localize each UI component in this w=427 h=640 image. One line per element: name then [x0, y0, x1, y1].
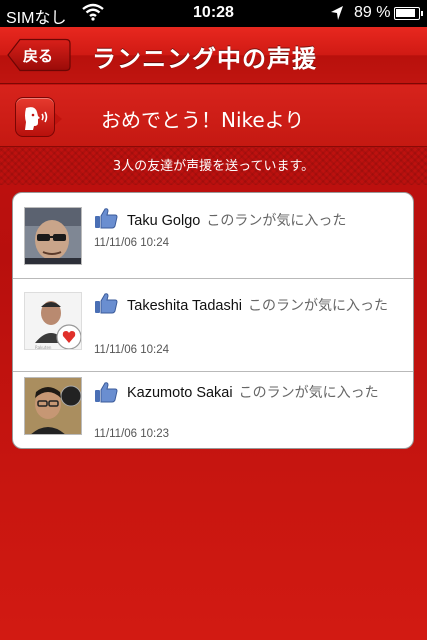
battery-percentage: 89 %: [354, 4, 391, 21]
cheer-pointer: [55, 113, 62, 125]
speaking-head-icon: [25, 107, 48, 130]
cheer-timestamp: 11/11/06 10:24: [94, 344, 170, 356]
cheer-message: このランが気に入った: [248, 297, 389, 313]
cheer-audio-button[interactable]: [15, 97, 55, 137]
cheer-banner: おめでとう！Nikeより: [0, 85, 427, 147]
cheer-text: Kazumoto Sakai このランが気に入った: [127, 382, 401, 403]
back-button[interactable]: 戻る: [7, 38, 71, 72]
list-item[interactable]: Kazumoto Sakai このランが気に入った 11/11/06 10:23: [13, 372, 413, 448]
back-button-label: 戻る: [23, 47, 54, 65]
cheers-list: Taku Golgo このランが気に入った 11/11/06 10:24 Raku…: [12, 192, 414, 449]
page-title: ランニング中の声援: [92, 45, 317, 73]
thumbs-up-icon: [95, 382, 118, 403]
cheer-count-text: 3人の友達が声援を送っています。: [112, 159, 315, 174]
cheer-message: このランが気に入った: [238, 384, 379, 400]
thumbs-up-icon: [95, 293, 118, 314]
friend-name: Taku Golgo: [127, 213, 201, 229]
avatar: [24, 207, 82, 265]
cheer-text: Takeshita Tadashi このランが気に入った: [127, 295, 401, 316]
battery-icon: [394, 7, 423, 20]
friend-name: Takeshita Tadashi: [127, 298, 243, 314]
list-item[interactable]: Rakuten Takeshita Tadashi このランが気に入った 11/1…: [13, 279, 413, 372]
avatar: Rakuten: [24, 292, 82, 350]
avatar: [24, 377, 82, 435]
thumbs-up-icon: [95, 208, 118, 229]
cheer-text: Taku Golgo このランが気に入った: [127, 210, 401, 231]
location-arrow-icon: [331, 6, 343, 20]
cheer-timestamp: 11/11/06 10:24: [94, 237, 170, 249]
list-item[interactable]: Taku Golgo このランが気に入った 11/11/06 10:24: [13, 193, 413, 279]
svg-text:Rakuten: Rakuten: [35, 345, 52, 350]
friend-name: Kazumoto Sakai: [127, 385, 233, 401]
navigation-bar: 戻る ランニング中の声援: [0, 27, 427, 84]
cheer-timestamp: 11/11/06 10:23: [94, 428, 170, 440]
cheer-message: このランが気に入った: [206, 212, 347, 228]
status-bar: SIMなし 10:28 89 %: [0, 0, 427, 27]
cheer-title: おめでとう！Nikeより: [101, 108, 305, 132]
